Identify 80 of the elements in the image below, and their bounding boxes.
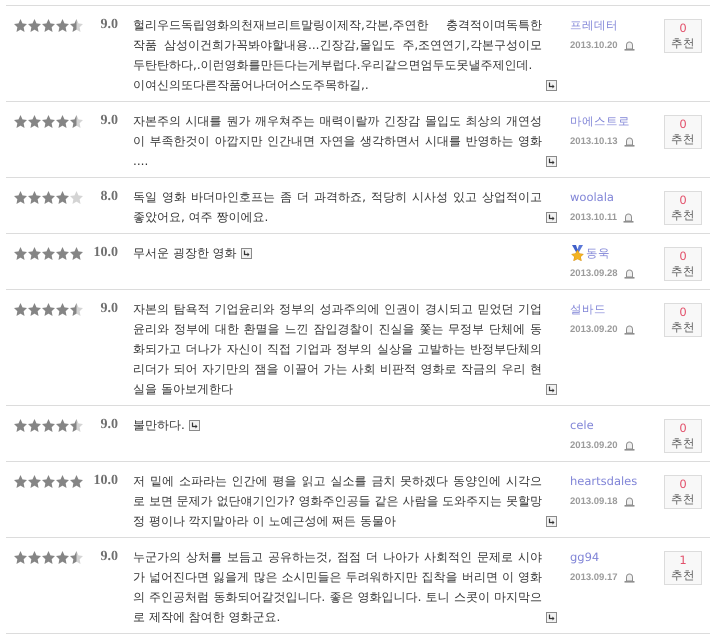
star-icon bbox=[14, 246, 27, 260]
star-icon bbox=[42, 302, 55, 316]
star-icon bbox=[56, 550, 69, 564]
recommend-button[interactable]: 0 추천 bbox=[664, 303, 702, 337]
bell-icon[interactable] bbox=[623, 212, 634, 222]
star-icon bbox=[56, 418, 69, 432]
star-icon bbox=[14, 302, 27, 316]
recommend-button[interactable]: 0 추천 bbox=[664, 419, 702, 453]
star-icon bbox=[56, 18, 69, 32]
date: 2013.09.17 bbox=[570, 572, 618, 582]
recommend-button[interactable]: 0 추천 bbox=[664, 247, 702, 281]
star-icon bbox=[28, 302, 41, 316]
date: 2013.10.20 bbox=[570, 40, 618, 50]
star-icon bbox=[42, 114, 55, 128]
score: 9.0 bbox=[100, 112, 118, 130]
star-icon bbox=[42, 550, 55, 564]
review-text: 누군가의 상처를 보듬고 공유하는것, 점점 더 나아가 사회적인 문제로 시야가 넓어진다면 잃을게 많은 소시민들은 두려워하지만 집착을 버리면 이 영화의 주인공처럼 동화되어갈것입니다. 좋은 영화입니다. 토니 스콧이 마지막으로 제작에 참여한 영화군요. bbox=[133, 549, 542, 626]
score: 8.0 bbox=[100, 188, 118, 206]
star-icon bbox=[70, 418, 83, 432]
star-icon bbox=[42, 474, 55, 488]
star-icon bbox=[28, 246, 41, 260]
date: 2013.10.11 bbox=[570, 212, 618, 222]
star-icon bbox=[56, 246, 69, 260]
score: 9.0 bbox=[100, 16, 118, 34]
star-icon bbox=[42, 190, 55, 204]
star-icon bbox=[70, 246, 83, 260]
score: 10.0 bbox=[92, 472, 118, 490]
review-text: 자본주의 시대를 뭔가 깨우쳐주는 매력이랄까 긴장감 몰입도 최상의 개연성이 부족한것이 아깝지만 인간내면 자연을 생각하면서 시대를 반영하는 영화 .... bbox=[133, 113, 542, 170]
bell-icon[interactable] bbox=[624, 40, 635, 50]
bell-icon[interactable] bbox=[624, 324, 635, 334]
date: 2013.10.13 bbox=[570, 136, 618, 146]
star-icon bbox=[42, 418, 55, 432]
review-text: 헐리우드독립영화의천재브리트말링이제작,각본,주연한 충격적이며독특한 작품 삼성이건희가꼭봐야할내용...긴장감,몰입도 주,조연연기,각본구성이모두탄탄하다,.이런영화를만든다는게부럽다.우리같으면엄두도못낼주제인데.이여신의또다른작품어나더어스도주목하길,. bbox=[133, 17, 542, 94]
star-icon bbox=[70, 114, 83, 128]
recommend-button[interactable]: 0 추천 bbox=[664, 191, 702, 225]
star-icon bbox=[28, 190, 41, 204]
star-icon bbox=[70, 302, 83, 316]
star-icon bbox=[28, 550, 41, 564]
date: 2013.09.20 bbox=[570, 440, 618, 450]
recommend-button[interactable]: 0 추천 bbox=[664, 19, 702, 53]
star-icon bbox=[56, 190, 69, 204]
star-icon bbox=[28, 18, 41, 32]
bell-icon[interactable] bbox=[624, 572, 635, 582]
star-icon bbox=[28, 474, 41, 488]
score: 9.0 bbox=[100, 300, 118, 318]
date: 2013.09.18 bbox=[570, 496, 618, 506]
recommend-button[interactable]: 0 추천 bbox=[664, 115, 702, 149]
star-icon bbox=[14, 114, 27, 128]
star-icon bbox=[56, 114, 69, 128]
star-icon bbox=[70, 550, 83, 564]
review-text: 저 밑에 소파라는 인간에 평을 읽고 실소를 금치 못하겠다 동양인에 시각으로 보면 문제가 없단얘기인가? 영화주인공들 같은 사람을 도와주지는 못할망정 평이나 깍지말아라 이 노예근성에 쩌든 동물아 bbox=[133, 473, 542, 530]
star-icon bbox=[14, 190, 27, 204]
bell-icon[interactable] bbox=[624, 440, 635, 450]
review-text: 자본의 탐욕적 기업윤리와 정부의 성과주의에 인권이 경시되고 믿었던 기업윤리와 정부에 대한 환멸을 느낀 잠입경찰이 진실을 쫓는 무정부 단체에 동화되가고 더나가 자신이 직접 기업과 정부의 실상을 고발하는 반정부단체의 리더가 되어 자기만의 잼을 이끌어 가는 사회 비판적 영화로 작금의 우리 현실을 돌아보게한다 bbox=[133, 301, 542, 398]
star-icon bbox=[14, 18, 27, 32]
score: 9.0 bbox=[100, 416, 118, 434]
star-icon bbox=[14, 550, 27, 564]
bell-icon[interactable] bbox=[624, 136, 635, 146]
score: 10.0 bbox=[92, 244, 118, 262]
star-icon bbox=[70, 18, 83, 32]
star-icon bbox=[14, 418, 27, 432]
bell-icon[interactable] bbox=[624, 496, 635, 506]
star-icon bbox=[42, 18, 55, 32]
star-icon bbox=[14, 474, 27, 488]
date: 2013.09.20 bbox=[570, 324, 618, 334]
star-icon bbox=[70, 190, 83, 204]
star-icon bbox=[70, 474, 83, 488]
star-icon bbox=[28, 114, 41, 128]
score: 9.0 bbox=[100, 548, 118, 566]
bell-icon[interactable] bbox=[624, 268, 635, 278]
star-icon bbox=[56, 302, 69, 316]
star-icon bbox=[28, 418, 41, 432]
date: 2013.09.28 bbox=[570, 268, 618, 278]
recommend-button[interactable]: 1 추천 bbox=[664, 551, 702, 585]
star-icon bbox=[56, 474, 69, 488]
recommend-button[interactable]: 0 추천 bbox=[664, 475, 702, 509]
star-icon bbox=[42, 246, 55, 260]
review-text: 무서운 굉장한 영화 bbox=[133, 245, 237, 262]
review-text: 불만하다. bbox=[133, 417, 185, 434]
review-text: 독일 영화 바더마인호프는 좀 더 과격하죠, 적당히 시사성 있고 상업적이고 좋았어요, 여주 짱이에요. bbox=[133, 189, 542, 226]
